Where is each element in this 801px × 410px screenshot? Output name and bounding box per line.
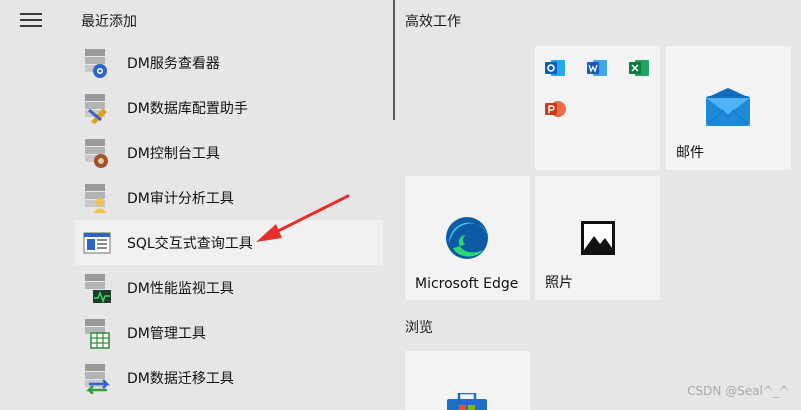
dm-db-config-icon [81, 92, 113, 124]
edge-tile[interactable]: Microsoft Edge [405, 176, 530, 300]
mail-tile[interactable]: 邮件 [666, 46, 791, 170]
store-icon [445, 391, 489, 410]
dm-console-icon [81, 137, 113, 169]
app-item-sql-query[interactable]: SQL交互式查询工具 [75, 220, 383, 265]
app-label: DM数据迁移工具 [127, 370, 234, 387]
photos-tile[interactable]: 照片 [535, 176, 660, 300]
scrollbar[interactable] [393, 0, 395, 120]
outlook-icon[interactable] [544, 57, 566, 79]
app-label: DM审计分析工具 [127, 190, 234, 207]
app-label: DM服务查看器 [127, 55, 220, 72]
edge-icon [445, 216, 489, 264]
productivity-group-title[interactable]: 高效工作 [405, 11, 461, 31]
app-label: DM管理工具 [127, 325, 206, 342]
app-item-dm-manager[interactable]: DM管理工具 [75, 310, 383, 355]
dm-perf-monitor-icon [81, 272, 113, 304]
dm-service-viewer-icon [81, 47, 113, 79]
app-label: SQL交互式查询工具 [127, 235, 253, 252]
mail-tile-label: 邮件 [676, 145, 704, 161]
word-icon[interactable] [586, 57, 608, 79]
excel-icon[interactable] [628, 57, 650, 79]
recent-app-list: DM服务查看器 DM数据库配置助手 DM控制台工具 DM审计分析工具 SQL交互… [75, 40, 383, 400]
dm-migration-icon [81, 362, 113, 395]
powerpoint-icon[interactable] [544, 98, 566, 120]
hamburger-menu-icon[interactable] [20, 13, 42, 27]
office-apps-tile[interactable] [535, 46, 660, 170]
app-item-dm-console[interactable]: DM控制台工具 [75, 130, 383, 175]
dm-manager-icon [81, 317, 113, 349]
app-label: DM数据库配置助手 [127, 100, 248, 117]
app-item-dm-perf-monitor[interactable]: DM性能监视工具 [75, 265, 383, 310]
app-item-dm-migration[interactable]: DM数据迁移工具 [75, 355, 383, 400]
browse-group-title[interactable]: 浏览 [405, 317, 433, 337]
mail-icon [704, 86, 752, 132]
photos-tile-label: 照片 [545, 275, 573, 291]
photos-icon [580, 220, 616, 260]
edge-tile-label: Microsoft Edge [415, 276, 519, 292]
dm-audit-icon [81, 182, 113, 214]
sql-query-icon [81, 227, 113, 259]
app-item-dm-db-config[interactable]: DM数据库配置助手 [75, 85, 383, 130]
microsoft-store-tile[interactable] [405, 351, 530, 410]
recently-added-title: 最近添加 [81, 14, 137, 30]
watermark: CSDN @Seal^_^ [687, 384, 789, 398]
app-item-dm-audit[interactable]: DM审计分析工具 [75, 175, 383, 220]
app-label: DM控制台工具 [127, 145, 220, 162]
app-item-dm-service-viewer[interactable]: DM服务查看器 [75, 40, 383, 85]
app-label: DM性能监视工具 [127, 280, 234, 297]
